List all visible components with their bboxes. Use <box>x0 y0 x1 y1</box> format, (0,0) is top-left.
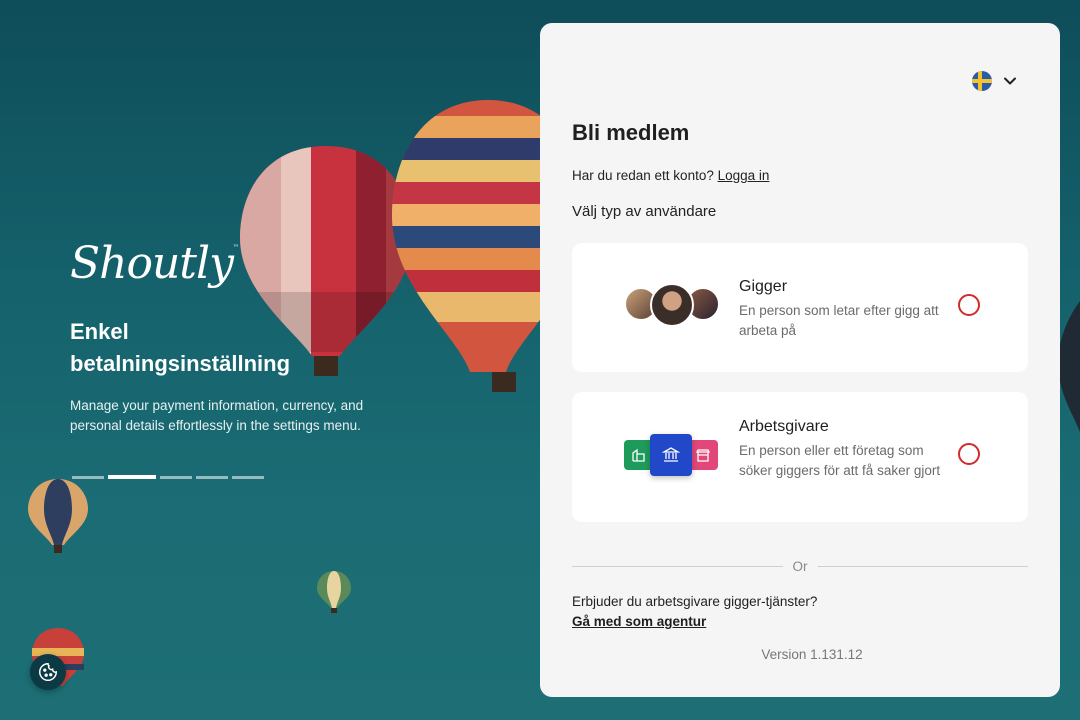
carousel-dot[interactable] <box>72 475 104 479</box>
hot-air-balloon-image <box>28 479 88 553</box>
carousel-dot[interactable] <box>196 475 228 479</box>
avatar <box>650 283 694 327</box>
shoutly-logo: Shoutly™ <box>70 238 239 289</box>
employer-radio[interactable] <box>958 443 980 465</box>
bank-icon <box>650 434 692 476</box>
employer-icons <box>624 434 720 478</box>
hero-title: Enkel betalningsinställning <box>70 319 291 376</box>
user-type-option-employer[interactable]: Arbetsgivare En person eller ett företag… <box>572 392 1028 522</box>
option-description: En person som letar efter gigg att arbet… <box>739 303 939 338</box>
cookie-icon <box>39 663 57 681</box>
sweden-flag-icon <box>972 71 992 91</box>
gigger-radio[interactable] <box>958 294 980 316</box>
gigger-avatars <box>624 283 720 327</box>
hot-air-balloon-image <box>1058 301 1080 432</box>
option-title: Gigger <box>739 278 788 295</box>
option-description: En person eller ett företag som söker gi… <box>739 443 941 478</box>
signup-panel: Bli medlem Har du redan ett konto? Logga… <box>540 23 1060 697</box>
or-divider: Or <box>572 559 1028 574</box>
divider-line <box>572 566 783 567</box>
carousel-dot[interactable] <box>232 475 264 479</box>
version-text: Version 1.131.12 <box>761 647 863 662</box>
carousel-indicators <box>72 475 264 479</box>
carousel-dot-active[interactable] <box>108 475 156 479</box>
chevron-down-icon <box>1004 77 1016 85</box>
carousel-dot[interactable] <box>160 475 192 479</box>
option-title: Arbetsgivare <box>739 418 829 435</box>
shop-icon <box>688 440 718 470</box>
language-selector[interactable] <box>972 71 1016 91</box>
agency-question: Erbjuder du arbetsgivare gigger-tjänster… <box>572 594 818 609</box>
join-as-agency-link[interactable]: Gå med som agentur <box>572 614 706 629</box>
divider-line <box>817 566 1028 567</box>
page-title: Bli medlem <box>572 120 690 145</box>
user-type-heading: Välj typ av användare <box>572 203 717 220</box>
login-link[interactable]: Logga in <box>718 168 770 183</box>
or-text: Or <box>792 559 808 574</box>
user-type-option-gigger[interactable]: Gigger En person som letar efter gigg at… <box>572 243 1028 372</box>
login-prompt: Har du redan ett konto? Logga in <box>572 168 769 183</box>
login-prompt-text: Har du redan ett konto? <box>572 168 714 183</box>
hero-description: Manage your payment information, currenc… <box>70 398 364 433</box>
hot-air-balloon-image <box>317 571 351 613</box>
cookie-settings-button[interactable] <box>30 654 66 690</box>
